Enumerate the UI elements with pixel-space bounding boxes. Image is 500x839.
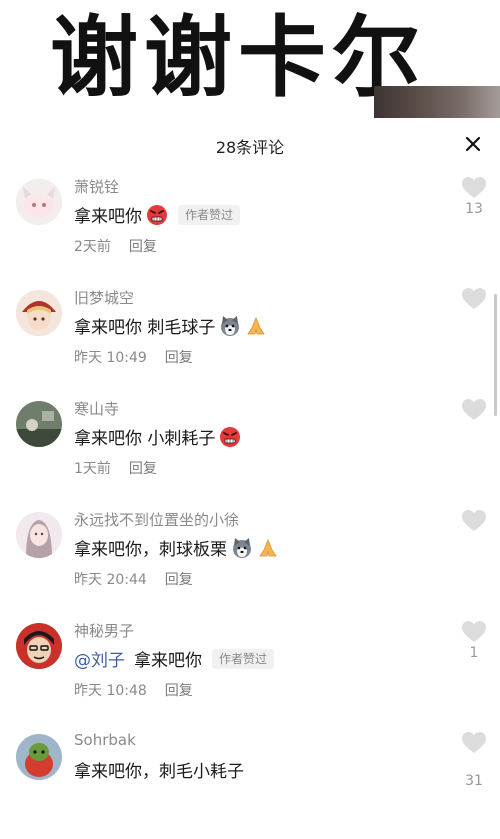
comment-time: 昨天 10:49: [74, 350, 147, 366]
like-button[interactable]: [458, 287, 490, 330]
husky-face-icon: [219, 315, 241, 337]
video-thumbnail: [374, 86, 500, 118]
comment-meta: 昨天 20:44 回复: [74, 569, 193, 589]
reply-button[interactable]: 回复: [165, 572, 193, 588]
comment-text: 拿来吧你: [74, 207, 142, 227]
comment-meta: 1天前 回复: [74, 458, 157, 478]
heart-icon: [462, 399, 486, 420]
comment-username[interactable]: 萧锐铨: [74, 176, 119, 197]
comments-sheet: 28条评论 萧锐铨 拿来吧你 作者赞过 2天前 回复 13 旧梦城空 拿来吧你 …: [0, 118, 500, 789]
reply-button[interactable]: 回复: [129, 461, 157, 477]
heart-icon: [462, 732, 486, 753]
like-count: [458, 534, 490, 552]
comment-text: 拿来吧你，刺球板栗: [74, 540, 227, 560]
comment-text: 拿来吧你: [134, 651, 202, 671]
avatar[interactable]: [16, 512, 62, 558]
comment-username[interactable]: 旧梦城空: [74, 287, 134, 308]
comment-content: 拿来吧你 作者赞过: [74, 202, 241, 227]
reply-button[interactable]: 回复: [165, 683, 193, 699]
comment-text: 拿来吧你 刺毛球子: [74, 318, 216, 338]
comment-content: 拿来吧你 刺毛球子: [74, 313, 267, 338]
comment-meta: 昨天 10:48 回复: [74, 680, 193, 700]
husky-face-icon: [231, 537, 253, 559]
comment-mention[interactable]: @刘子: [74, 646, 125, 671]
like-count: 1: [469, 645, 479, 661]
comment-text: 拿来吧你 小刺耗子: [74, 429, 216, 449]
comments-count-title: 28条评论: [215, 138, 285, 157]
reply-button[interactable]: 回复: [165, 350, 193, 366]
like-button[interactable]: [458, 398, 490, 441]
close-icon[interactable]: [465, 136, 481, 152]
comment-text: 拿来吧你，刺毛小耗子: [74, 762, 244, 782]
avatar[interactable]: [16, 401, 62, 447]
comment-content: 拿来吧你，刺球板栗: [74, 535, 279, 560]
video-banner: 谢谢卡尔: [0, 0, 500, 118]
comment-item: Sohrbak 拿来吧你，刺毛小耗子 31: [0, 729, 500, 839]
comment-item: 寒山寺 拿来吧你 小刺耗子 1天前 回复: [0, 396, 500, 506]
heart-icon: [462, 288, 486, 309]
banner-title: 谢谢卡尔: [50, 6, 427, 109]
praying-hands-icon: [245, 315, 267, 337]
avatar[interactable]: [16, 290, 62, 336]
comment-time: 昨天 10:48: [74, 683, 147, 699]
angry-face-icon: [219, 426, 241, 448]
like-button[interactable]: [458, 509, 490, 552]
comment-content: 拿来吧你 小刺耗子: [74, 424, 241, 449]
comment-item: 萧锐铨 拿来吧你 作者赞过 2天前 回复 13: [0, 174, 500, 284]
comment-username[interactable]: 永远找不到位置坐的小徐: [74, 509, 239, 530]
avatar[interactable]: [16, 179, 62, 225]
comment-time: 昨天 20:44: [74, 572, 147, 588]
comment-meta: 2天前 回复: [74, 236, 157, 256]
heart-icon: [462, 510, 486, 531]
author-liked-badge: 作者赞过: [178, 204, 241, 225]
heart-icon: [462, 621, 486, 642]
comment-item: 永远找不到位置坐的小徐 拿来吧你，刺球板栗 昨天 20:44 回复: [0, 507, 500, 617]
comment-username[interactable]: 神秘男子: [74, 620, 134, 641]
comment-content: 拿来吧你，刺毛小耗子: [74, 757, 244, 782]
like-count: 13: [465, 201, 483, 217]
praying-hands-icon: [257, 537, 279, 559]
like-count: [458, 423, 490, 441]
like-count: 31: [465, 773, 483, 789]
like-button[interactable]: 31: [458, 731, 490, 791]
like-button[interactable]: 13: [458, 176, 490, 219]
heart-icon: [462, 177, 486, 198]
avatar[interactable]: [16, 734, 62, 780]
comment-username[interactable]: 寒山寺: [74, 398, 119, 419]
comment-time: 2天前: [74, 239, 111, 255]
comment-time: 1天前: [74, 461, 111, 477]
like-count: [458, 312, 490, 330]
comment-meta: 昨天 10:49 回复: [74, 347, 193, 367]
comment-item: 神秘男子 @刘子 拿来吧你 作者赞过 昨天 10:48 回复 1: [0, 618, 500, 728]
like-button[interactable]: 1: [458, 620, 490, 663]
comment-item: 旧梦城空 拿来吧你 刺毛球子 昨天 10:49 回复: [0, 285, 500, 395]
scrollbar[interactable]: [494, 294, 497, 416]
comment-username[interactable]: Sohrbak: [74, 731, 136, 749]
avatar[interactable]: [16, 623, 62, 669]
angry-face-icon: [146, 204, 168, 226]
comment-content: @刘子 拿来吧你 作者赞过: [74, 646, 275, 671]
reply-button[interactable]: 回复: [129, 239, 157, 255]
author-liked-badge: 作者赞过: [212, 648, 275, 669]
